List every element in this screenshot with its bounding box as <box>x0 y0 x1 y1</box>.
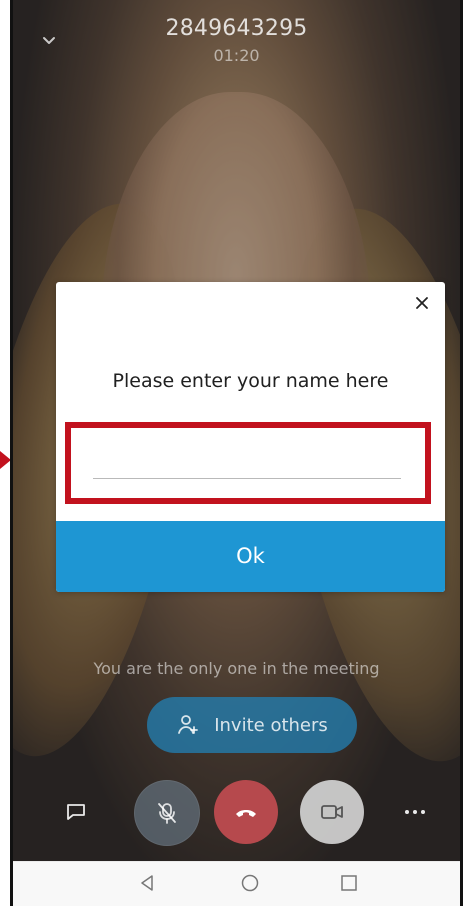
recent-apps-square-icon[interactable] <box>340 874 358 892</box>
chat-icon <box>67 804 85 820</box>
system-navigation-bar <box>13 861 460 906</box>
name-input-highlight <box>65 422 431 504</box>
name-dialog: Please enter your name here Ok <box>56 282 445 592</box>
invite-others-label: Invite others <box>214 714 328 736</box>
mic-off-icon <box>158 803 176 824</box>
close-icon[interactable] <box>413 294 431 312</box>
phone-screen: 2849643295 01:20 Please enter your name … <box>10 0 463 906</box>
more-options-button[interactable] <box>394 780 436 844</box>
ok-button[interactable]: Ok <box>56 521 445 592</box>
home-circle-icon[interactable] <box>240 873 260 893</box>
screenshot-frame: 2849643295 01:20 Please enter your name … <box>0 0 473 906</box>
add-person-icon <box>178 715 199 734</box>
video-camera-icon <box>321 805 343 819</box>
caller-number: 2849643295 <box>165 16 308 41</box>
dialog-title: Please enter your name here <box>112 370 389 392</box>
video-toggle-button[interactable] <box>300 780 364 844</box>
call-duration: 01:20 <box>213 46 260 65</box>
chat-button[interactable] <box>58 780 94 844</box>
meeting-status-text: You are the only one in the meeting <box>93 659 380 678</box>
call-controls <box>13 780 460 846</box>
hang-up-button[interactable] <box>214 780 278 844</box>
back-triangle-icon[interactable] <box>137 873 157 893</box>
more-options-icon <box>405 810 425 814</box>
mute-button[interactable] <box>134 780 200 846</box>
phone-hangup-icon <box>236 810 256 817</box>
name-input[interactable] <box>93 446 401 479</box>
invite-others-button[interactable]: Invite others <box>147 697 357 753</box>
